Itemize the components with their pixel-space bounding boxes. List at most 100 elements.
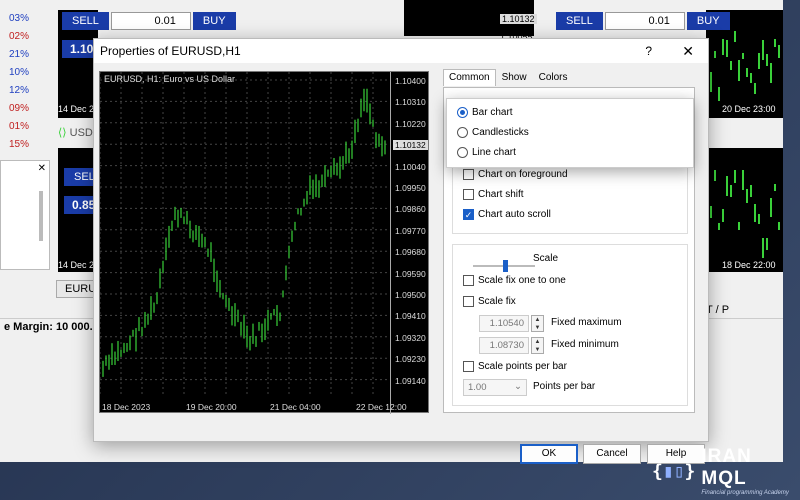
scale-fix-option[interactable]: Scale fix <box>463 296 516 307</box>
bar-chart-radio[interactable] <box>457 107 468 118</box>
price-bar <box>734 31 736 43</box>
foreground-checkbox[interactable] <box>463 169 474 180</box>
price-bar <box>758 52 760 69</box>
autoscroll-checkbox[interactable]: ✓ <box>463 209 474 220</box>
navigator-panel: ✕ <box>0 160 50 270</box>
option-label: Bar chart <box>472 107 513 118</box>
candlesticks-radio[interactable] <box>457 127 468 138</box>
chart-autoscroll-option[interactable]: ✓ Chart auto scroll <box>463 209 551 220</box>
lot-input[interactable]: 0.01 <box>604 12 685 30</box>
price-axis-label: 1.10310 <box>395 97 426 108</box>
close-icon[interactable]: ✕ <box>38 163 46 174</box>
candlesticks-option[interactable]: Candlesticks <box>457 127 529 138</box>
price-bar <box>746 68 748 78</box>
tab-common[interactable]: Common <box>443 69 496 86</box>
sell-button[interactable]: SELL <box>556 12 603 30</box>
price-bar <box>770 198 772 218</box>
chart-date-label: 20 Dec 23:00 <box>722 104 776 114</box>
option-label: Candlesticks <box>472 127 529 138</box>
chart-preview: EURUSD, H1: Euro vs US Dollar 1.10400 1.1… <box>99 71 429 414</box>
one-click-trading-right: SELL 0.01 BUY <box>556 12 730 30</box>
points-per-bar-select[interactable]: 1.00 ⌄ <box>463 379 527 396</box>
ok-button[interactable]: OK <box>520 444 578 464</box>
price-bar <box>718 222 720 230</box>
scale-label: Scale <box>533 253 559 264</box>
price-bar <box>710 205 712 219</box>
price-bar <box>726 39 728 57</box>
dialog-title: Properties of EURUSD,H1 <box>100 44 241 58</box>
iran-mql-logo: {▮▯} IRAN MQL Financial programming Acad… <box>652 446 800 496</box>
price-bar <box>774 39 776 47</box>
price-bar <box>742 52 744 60</box>
price-axis-label: 1.10132 <box>393 140 428 151</box>
bar-chart-option[interactable]: Bar chart <box>457 107 513 118</box>
scale-fix-checkbox[interactable] <box>463 296 474 307</box>
line-chart-radio[interactable] <box>457 147 468 158</box>
price-bar <box>758 214 760 225</box>
percent-change-value: 21% <box>8 49 29 60</box>
price-bar <box>730 60 732 70</box>
price-bar <box>762 40 764 60</box>
percent-change-value: 01% <box>8 121 29 132</box>
preview-plot <box>100 72 390 397</box>
market-watch-percent-list: 03% 02% 21% 10% 12% 09% 01% 15% <box>0 10 32 154</box>
sell-button[interactable]: SELL <box>62 12 109 30</box>
percent-change-value: 10% <box>8 67 29 78</box>
price-bar <box>766 238 768 251</box>
chart-shift-option[interactable]: Chart shift <box>463 189 524 200</box>
scale-fix-one-option[interactable]: Scale fix one to one <box>463 275 566 286</box>
price-bar <box>778 44 780 59</box>
buy-button[interactable]: BUY <box>192 12 236 30</box>
price-bar <box>738 59 740 82</box>
price-bar <box>754 204 756 223</box>
price-bar <box>766 54 768 66</box>
cancel-button[interactable]: Cancel <box>583 444 641 464</box>
price-bar <box>722 38 724 56</box>
points-per-bar-label: Points per bar <box>533 381 596 392</box>
price-axis-label: 1.09230 <box>395 354 426 365</box>
scale-group: Scale Scale fix one to one Scale fix 1.1… <box>452 244 688 406</box>
option-label: Chart on foreground <box>478 169 568 180</box>
lot-input[interactable]: 0.01 <box>110 12 191 30</box>
fixed-maximum-label: Fixed maximum <box>551 317 622 328</box>
price-bar <box>734 170 736 183</box>
price-axis-label: 1.09320 <box>395 332 426 343</box>
buy-button[interactable]: BUY <box>686 12 730 30</box>
time-axis-label: 18 Dec 2023 <box>102 402 151 412</box>
tab-colors[interactable]: Colors <box>533 69 574 86</box>
fixed-maximum-spinner[interactable]: ▲ ▼ <box>531 315 544 332</box>
price-axis-label: 1.09950 <box>395 183 426 193</box>
price-bar <box>714 170 716 182</box>
chart-date-label: 18 Dec 22:00 <box>722 260 776 270</box>
fixed-minimum-spinner[interactable]: ▲ ▼ <box>531 337 544 354</box>
scrollbar[interactable] <box>39 191 43 241</box>
fixed-minimum-input[interactable]: 1.08730 <box>479 337 529 354</box>
help-icon[interactable]: ? <box>645 39 652 63</box>
chart-options-group: Chart on foreground Chart shift ✓ Chart a… <box>452 158 688 234</box>
shift-checkbox[interactable] <box>463 189 474 200</box>
chart-window-mid-right[interactable] <box>706 148 783 272</box>
points-per-bar-checkbox[interactable] <box>463 361 474 372</box>
price-bar <box>730 184 732 197</box>
price-bar <box>742 170 744 190</box>
scale-fix-one-checkbox[interactable] <box>463 275 474 286</box>
properties-tabs: Common Show Colors <box>443 69 574 86</box>
line-chart-option[interactable]: Line chart <box>457 147 516 158</box>
price-bar <box>778 221 780 230</box>
chevron-down-icon: ⌄ <box>514 381 522 392</box>
chart-on-foreground-option[interactable]: Chart on foreground <box>463 169 568 180</box>
price-axis-label: 1.09410 <box>395 311 426 322</box>
tp-column-header: T / P <box>706 304 730 316</box>
close-icon[interactable]: ✕ <box>682 39 694 63</box>
price-bar <box>770 62 772 84</box>
select-value: 1.00 <box>468 382 487 393</box>
scale-slider[interactable] <box>463 253 543 272</box>
fixed-maximum-input[interactable]: 1.10540 <box>479 315 529 332</box>
price-axis-label: 1.09590 <box>395 268 426 279</box>
price-label: 1.10132 <box>500 14 537 24</box>
tab-show[interactable]: Show <box>496 69 533 86</box>
price-bar <box>750 185 752 197</box>
slider-thumb[interactable] <box>503 260 508 272</box>
scale-points-per-bar-option[interactable]: Scale points per bar <box>463 361 567 372</box>
percent-change-value: 02% <box>8 31 29 42</box>
